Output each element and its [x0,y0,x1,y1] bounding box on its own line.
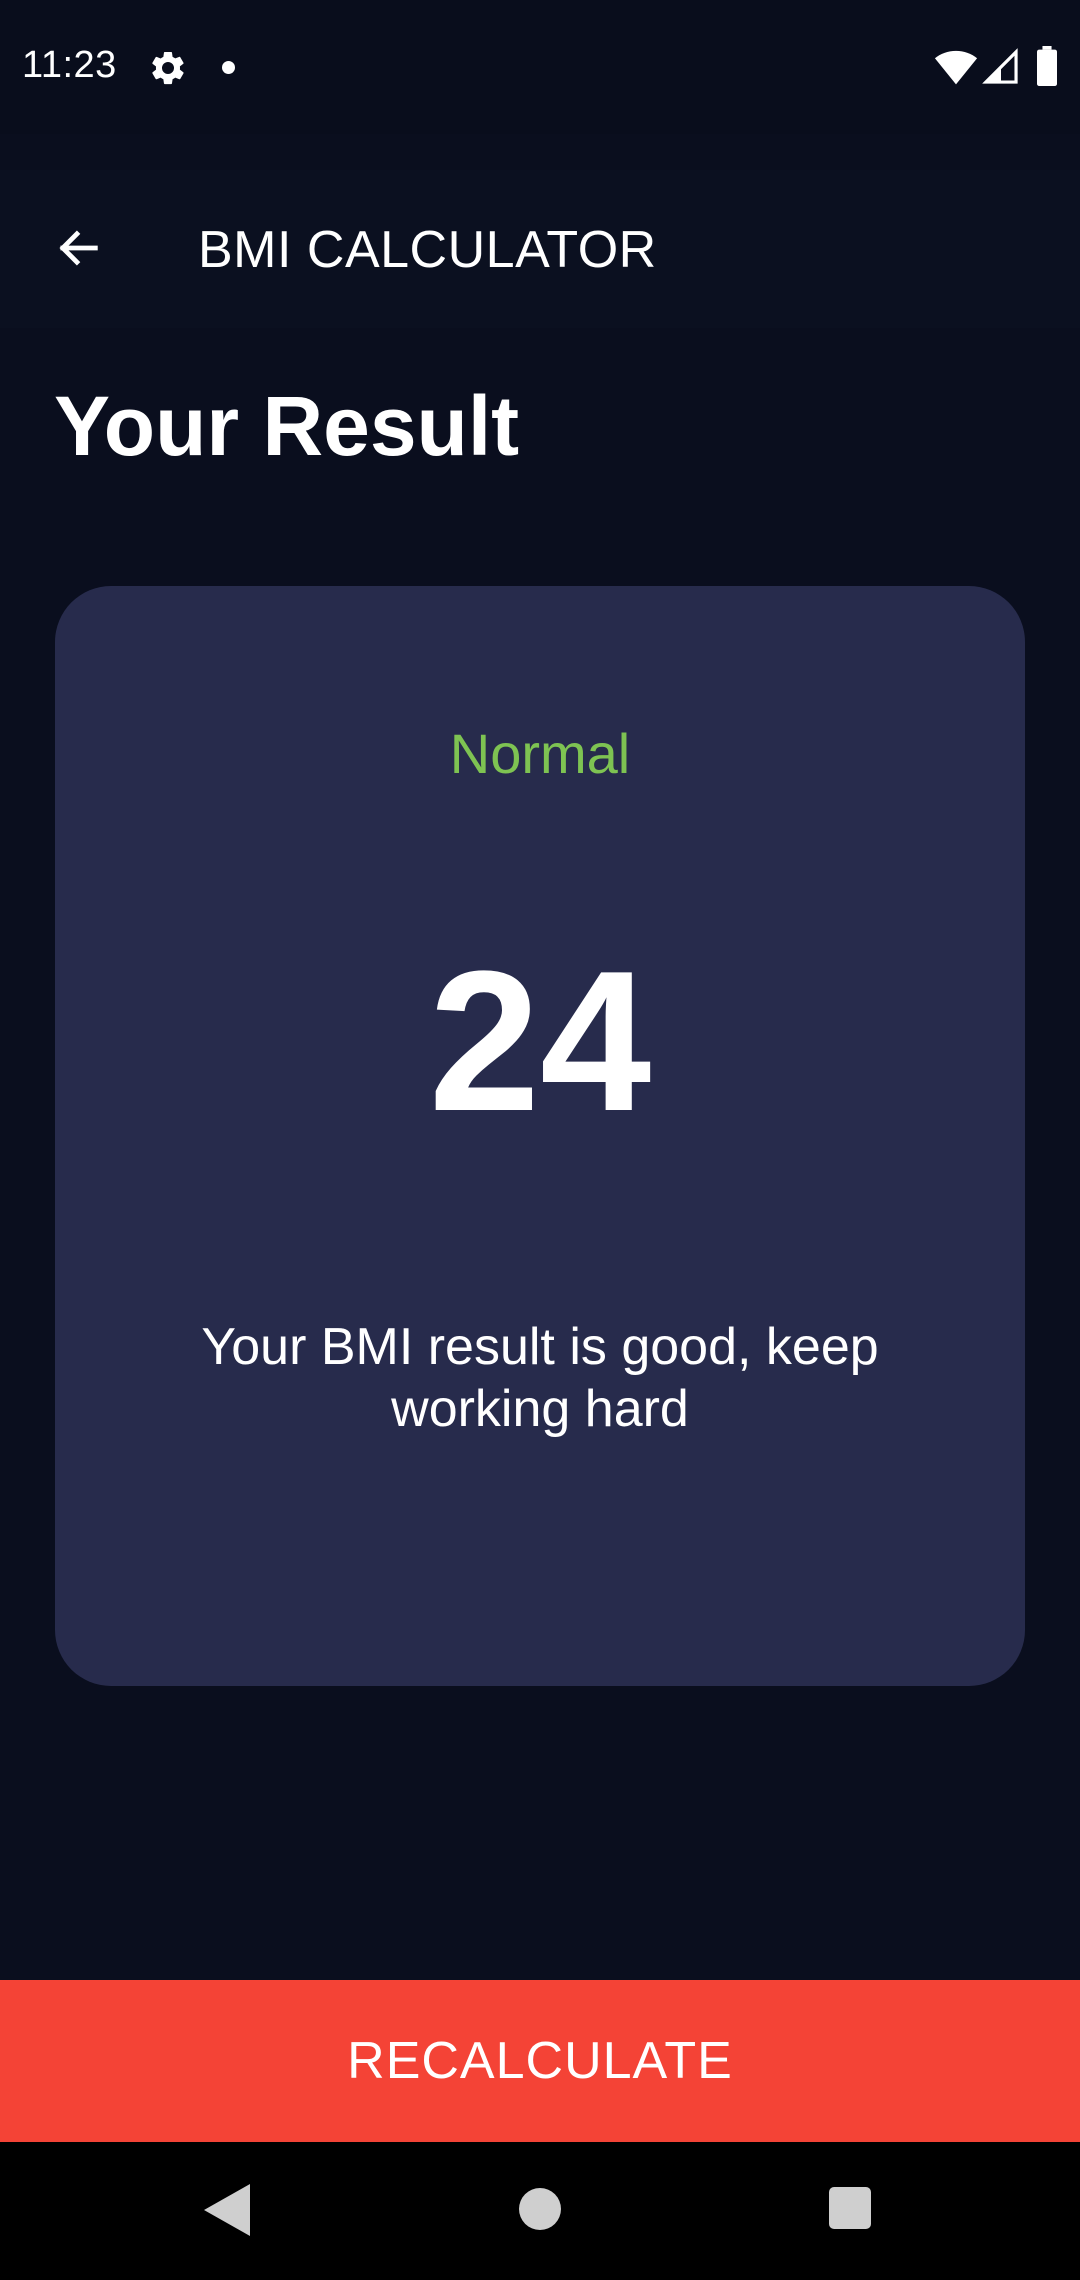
nav-back-icon[interactable] [200,2182,252,2238]
page-title: Your Result [54,379,520,473]
gear-icon [152,51,184,85]
status-bar: 11:23 [0,0,1080,134]
back-button[interactable] [36,206,120,290]
battery-icon [1037,46,1057,86]
recalculate-label: RECALCULATE [347,2032,733,2090]
bmi-value: 24 [428,930,652,1153]
arrow-left-icon [59,230,98,266]
bmi-result-message: Your BMI result is good, keep working ha… [201,1318,879,1438]
app-bar: BMI CALCULATOR [0,170,1080,328]
app-title: BMI CALCULATOR [198,221,657,279]
wifi-icon [934,50,978,85]
notification-dot-icon [222,61,235,74]
navigation-bar [0,2142,1080,2280]
nav-home-icon[interactable] [519,2188,561,2230]
nav-recents-icon[interactable] [829,2187,871,2229]
status-time: 11:23 [22,44,117,86]
signal-icon [982,48,1018,84]
bmi-category-label: Normal [449,722,631,785]
recalculate-button[interactable]: RECALCULATE [0,1980,1080,2142]
result-card: Normal 24 Your BMI result is good, keep … [55,586,1025,1686]
bmi-result-screen: 11:23 BMI CALCULATOR Your Result Normal … [0,0,1080,2280]
